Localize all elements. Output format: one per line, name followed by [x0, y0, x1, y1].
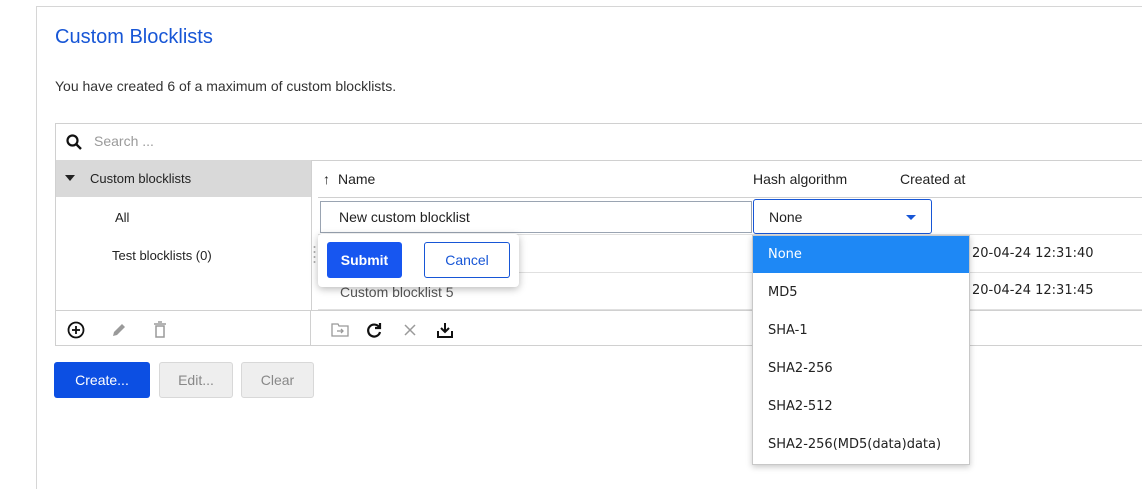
option-md5[interactable]: MD5: [753, 274, 969, 311]
table-header: ↑ Name Hash algorithm Created at: [318, 160, 1142, 198]
caret-down-icon[interactable]: [906, 215, 916, 220]
blocklist-name-input[interactable]: [320, 201, 752, 233]
download-icon[interactable]: [434, 319, 456, 341]
hash-select-value: None: [769, 209, 803, 225]
refresh-icon[interactable]: [363, 319, 385, 341]
search-bar: [56, 124, 1142, 161]
create-button[interactable]: Create...: [54, 362, 150, 398]
tree-root-label: Custom blocklists: [90, 171, 192, 186]
column-header-hash[interactable]: Hash algorithm: [753, 171, 847, 187]
blocklist-widget: Custom blocklists All Test blocklists (0…: [55, 123, 1142, 346]
drag-handle-icon[interactable]: [313, 245, 316, 265]
search-input[interactable]: [92, 132, 396, 150]
hash-algorithm-dropdown: None MD5 SHA-1 SHA2-256 SHA2-512 SHA2-25…: [752, 235, 970, 465]
caret-down-icon[interactable]: [65, 175, 75, 181]
sort-arrow-icon[interactable]: ↑: [323, 171, 330, 187]
option-sha-1[interactable]: SHA-1: [753, 312, 969, 349]
tree-panel: Custom blocklists All Test blocklists (0…: [56, 160, 312, 310]
page-subtitle: You have created 6 of a maximum of custo…: [55, 78, 397, 94]
tree-item-all[interactable]: All: [115, 210, 129, 225]
option-sha2-512[interactable]: SHA2-512: [753, 388, 969, 425]
tree-item-test-blocklists[interactable]: Test blocklists (0): [112, 248, 212, 263]
column-header-created[interactable]: Created at: [900, 171, 965, 187]
column-header-name[interactable]: Name: [338, 171, 375, 187]
tree-toolbar: [56, 310, 311, 346]
cancel-button[interactable]: Cancel: [424, 242, 510, 278]
tree-item-custom-blocklists[interactable]: Custom blocklists: [56, 160, 311, 197]
pencil-icon[interactable]: [108, 319, 130, 341]
hash-algorithm-select[interactable]: None: [753, 199, 932, 234]
clear-button[interactable]: Clear: [241, 362, 314, 398]
option-sha2-256[interactable]: SHA2-256: [753, 350, 969, 387]
page-title: Custom Blocklists: [55, 26, 213, 48]
grid-toolbar: [311, 310, 1142, 346]
submit-button[interactable]: Submit: [327, 242, 402, 278]
search-icon: [66, 134, 82, 150]
edit-popup: Submit Cancel: [318, 234, 519, 287]
folder-import-icon[interactable]: [329, 319, 351, 341]
edit-button[interactable]: Edit...: [159, 362, 233, 398]
close-icon[interactable]: [399, 319, 421, 341]
row-created-at: 20-04-24 12:31:40: [972, 246, 1094, 261]
add-circle-icon[interactable]: [65, 319, 87, 341]
row-created-at: 20-04-24 12:31:45: [972, 283, 1094, 298]
option-sha2-256-md5[interactable]: SHA2-256(MD5(data)data): [753, 426, 969, 463]
option-none[interactable]: None: [753, 236, 969, 273]
trash-icon[interactable]: [149, 319, 171, 341]
